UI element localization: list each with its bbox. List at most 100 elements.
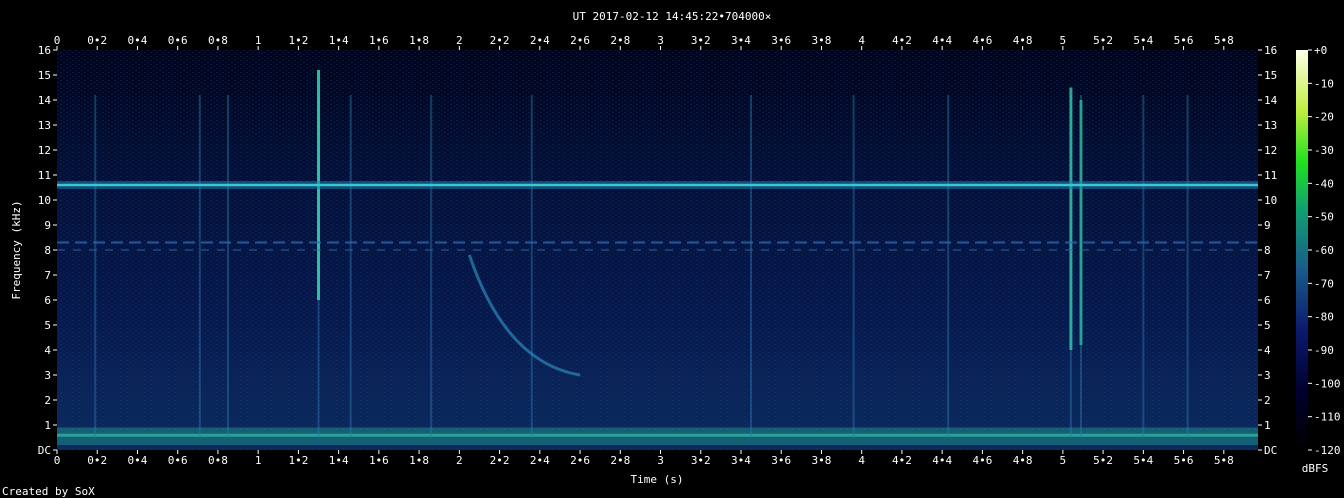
x-tick-label-bottom: 5•6	[1174, 454, 1194, 467]
x-tick-label-top: 3•8	[812, 34, 832, 47]
x-tick-label-bottom: 2•4	[530, 454, 550, 467]
impulse-spike	[198, 95, 201, 438]
impulse-spike	[947, 95, 950, 438]
x-tick-label-top: 1	[255, 34, 262, 47]
x-tick-label-top: 0•4	[128, 34, 148, 47]
credit-text: Created by SoX	[2, 485, 95, 498]
x-ticks-bottom: 0 0•2 0•4 0•6 0•8 1 1•2 1•4 1•6 1•8 2 2•2 2•4 2•6 2•8 3…	[54, 450, 1234, 467]
x-tick-label-top: 0	[54, 34, 61, 47]
x-tick-label-bottom: 5•4	[1133, 454, 1153, 467]
x-tick-label-top: 5•6	[1174, 34, 1194, 47]
y-ticks-left: DC12345678910111213141516	[38, 44, 57, 457]
spectrogram-figure: UT 2017-02-12 14:45:22•704000× 0 0•2 0•4 0•…	[2, 10, 1341, 498]
colorbar-tick-label: -100	[1314, 377, 1341, 390]
colorbar-tick-label: -120	[1314, 444, 1341, 457]
x-tick-label-bottom: 5	[1060, 454, 1067, 467]
colorbar-tick-label: -40	[1314, 177, 1334, 190]
colorbar-tick-label: -10	[1314, 77, 1334, 90]
y-tick-label-left: 1	[44, 419, 51, 432]
colorbar-tick-label: +0	[1314, 44, 1327, 57]
colorbar-tick-label: -20	[1314, 111, 1334, 124]
x-tick-label-bottom: 4	[858, 454, 865, 467]
x-tick-label-top: 5•2	[1093, 34, 1113, 47]
low-frequency-line	[57, 433, 1258, 437]
y-tick-label-left: 3	[44, 369, 51, 382]
colorbar-label: dBFS	[1302, 462, 1329, 475]
y-tick-label-left: 13	[38, 119, 51, 132]
x-tick-label-bottom: 2	[456, 454, 463, 467]
x-tick-label-bottom: 3	[657, 454, 664, 467]
x-tick-label-bottom: 1•8	[409, 454, 429, 467]
y-tick-label-right: DC	[1264, 444, 1277, 457]
strong-spike	[1079, 100, 1083, 345]
x-tick-label-top: 5•8	[1214, 34, 1234, 47]
x-tick-label-top: 2	[456, 34, 463, 47]
y-tick-label-left: 11	[38, 169, 51, 182]
y-tick-label-left: 14	[38, 94, 52, 107]
x-tick-label-top: 5	[1060, 34, 1067, 47]
x-ticks-top: 0 0•2 0•4 0•6 0•8 1 1•2 1•4 1•6 1•8 2 2•2 2•4 2•6 2•8 3…	[54, 34, 1234, 50]
x-tick-label-bottom: 3•4	[731, 454, 751, 467]
x-tick-label-bottom: 0•2	[87, 454, 107, 467]
x-tick-label-top: 2•6	[570, 34, 590, 47]
x-tick-label-bottom: 5•2	[1093, 454, 1113, 467]
x-tick-label-top: 0•6	[168, 34, 188, 47]
x-tick-label-top: 5•4	[1133, 34, 1153, 47]
x-tick-label-bottom: 2•6	[570, 454, 590, 467]
y-tick-label-left: 16	[38, 44, 51, 57]
x-tick-label-top: 1•6	[369, 34, 389, 47]
impulse-spike	[750, 95, 753, 438]
x-tick-label-top: 3•4	[731, 34, 751, 47]
y-tick-label-left: 12	[38, 144, 51, 157]
impulse-spike	[226, 95, 229, 438]
colorbar-ticks: +0 -10 -20 -30 -40 -50 -60 -70 -80 -90 -100 -110 -12…	[1308, 44, 1341, 457]
y-tick-label-right: 7	[1264, 269, 1271, 282]
x-tick-label-bottom: 1•4	[329, 454, 349, 467]
x-tick-label-top: 2•4	[530, 34, 550, 47]
x-tick-label-top: 1•4	[329, 34, 349, 47]
y-tick-label-right: 3	[1264, 369, 1271, 382]
x-tick-label-bottom: 0•8	[208, 454, 228, 467]
y-tick-label-right: 15	[1264, 69, 1277, 82]
y-tick-label-left: 15	[38, 69, 51, 82]
y-tick-label-left: 7	[44, 269, 51, 282]
colorbar-tick-label: -90	[1314, 344, 1334, 357]
y-tick-label-right: 12	[1264, 144, 1277, 157]
y-tick-label-left: 5	[44, 319, 51, 332]
y-tick-label-right: 8	[1264, 244, 1271, 257]
y-tick-label-left: 6	[44, 294, 51, 307]
y-tick-label-left: 9	[44, 219, 51, 232]
colorbar-tick-label: -110	[1314, 411, 1341, 424]
x-tick-label-bottom: 0•6	[168, 454, 188, 467]
impulse-spike	[852, 95, 855, 438]
y-tick-label-left: 4	[44, 344, 51, 357]
x-tick-label-top: 2•2	[490, 34, 510, 47]
x-tick-label-bottom: 3•2	[691, 454, 711, 467]
x-tick-label-top: 1•8	[409, 34, 429, 47]
colorbar-tick-label: -80	[1314, 311, 1334, 324]
x-tick-label-top: 0•8	[208, 34, 228, 47]
x-tick-label-top: 1•2	[288, 34, 308, 47]
x-tick-label-bottom: 3•6	[771, 454, 791, 467]
x-tick-label-top: 4•2	[892, 34, 912, 47]
x-tick-label-bottom: 4•8	[1013, 454, 1033, 467]
x-tick-label-top: 4•4	[932, 34, 952, 47]
colorbar-tick-label: -60	[1314, 244, 1334, 257]
y-tick-label-right: 5	[1264, 319, 1271, 332]
x-tick-label-bottom: 0•4	[128, 454, 148, 467]
x-tick-label-bottom: 3•8	[812, 454, 832, 467]
impulse-spike	[349, 95, 352, 438]
x-tick-label-bottom: 2•8	[610, 454, 630, 467]
y-tick-label-right: 14	[1264, 94, 1278, 107]
x-tick-label-top: 4•8	[1013, 34, 1033, 47]
y-tick-label-right: 2	[1264, 394, 1271, 407]
y-axis-label: Frequency (kHz)	[10, 200, 23, 299]
colorbar-tick-label: -50	[1314, 211, 1334, 224]
x-tick-label-bottom: 0	[54, 454, 61, 467]
x-tick-label-bottom: 4•6	[972, 454, 992, 467]
impulse-spike	[530, 95, 533, 438]
y-tick-label-left: 2	[44, 394, 51, 407]
colorbar-tick-label: -70	[1314, 277, 1334, 290]
x-tick-label-top: 4	[858, 34, 865, 47]
y-ticks-right: DC12345678910111213141516	[1258, 44, 1278, 457]
